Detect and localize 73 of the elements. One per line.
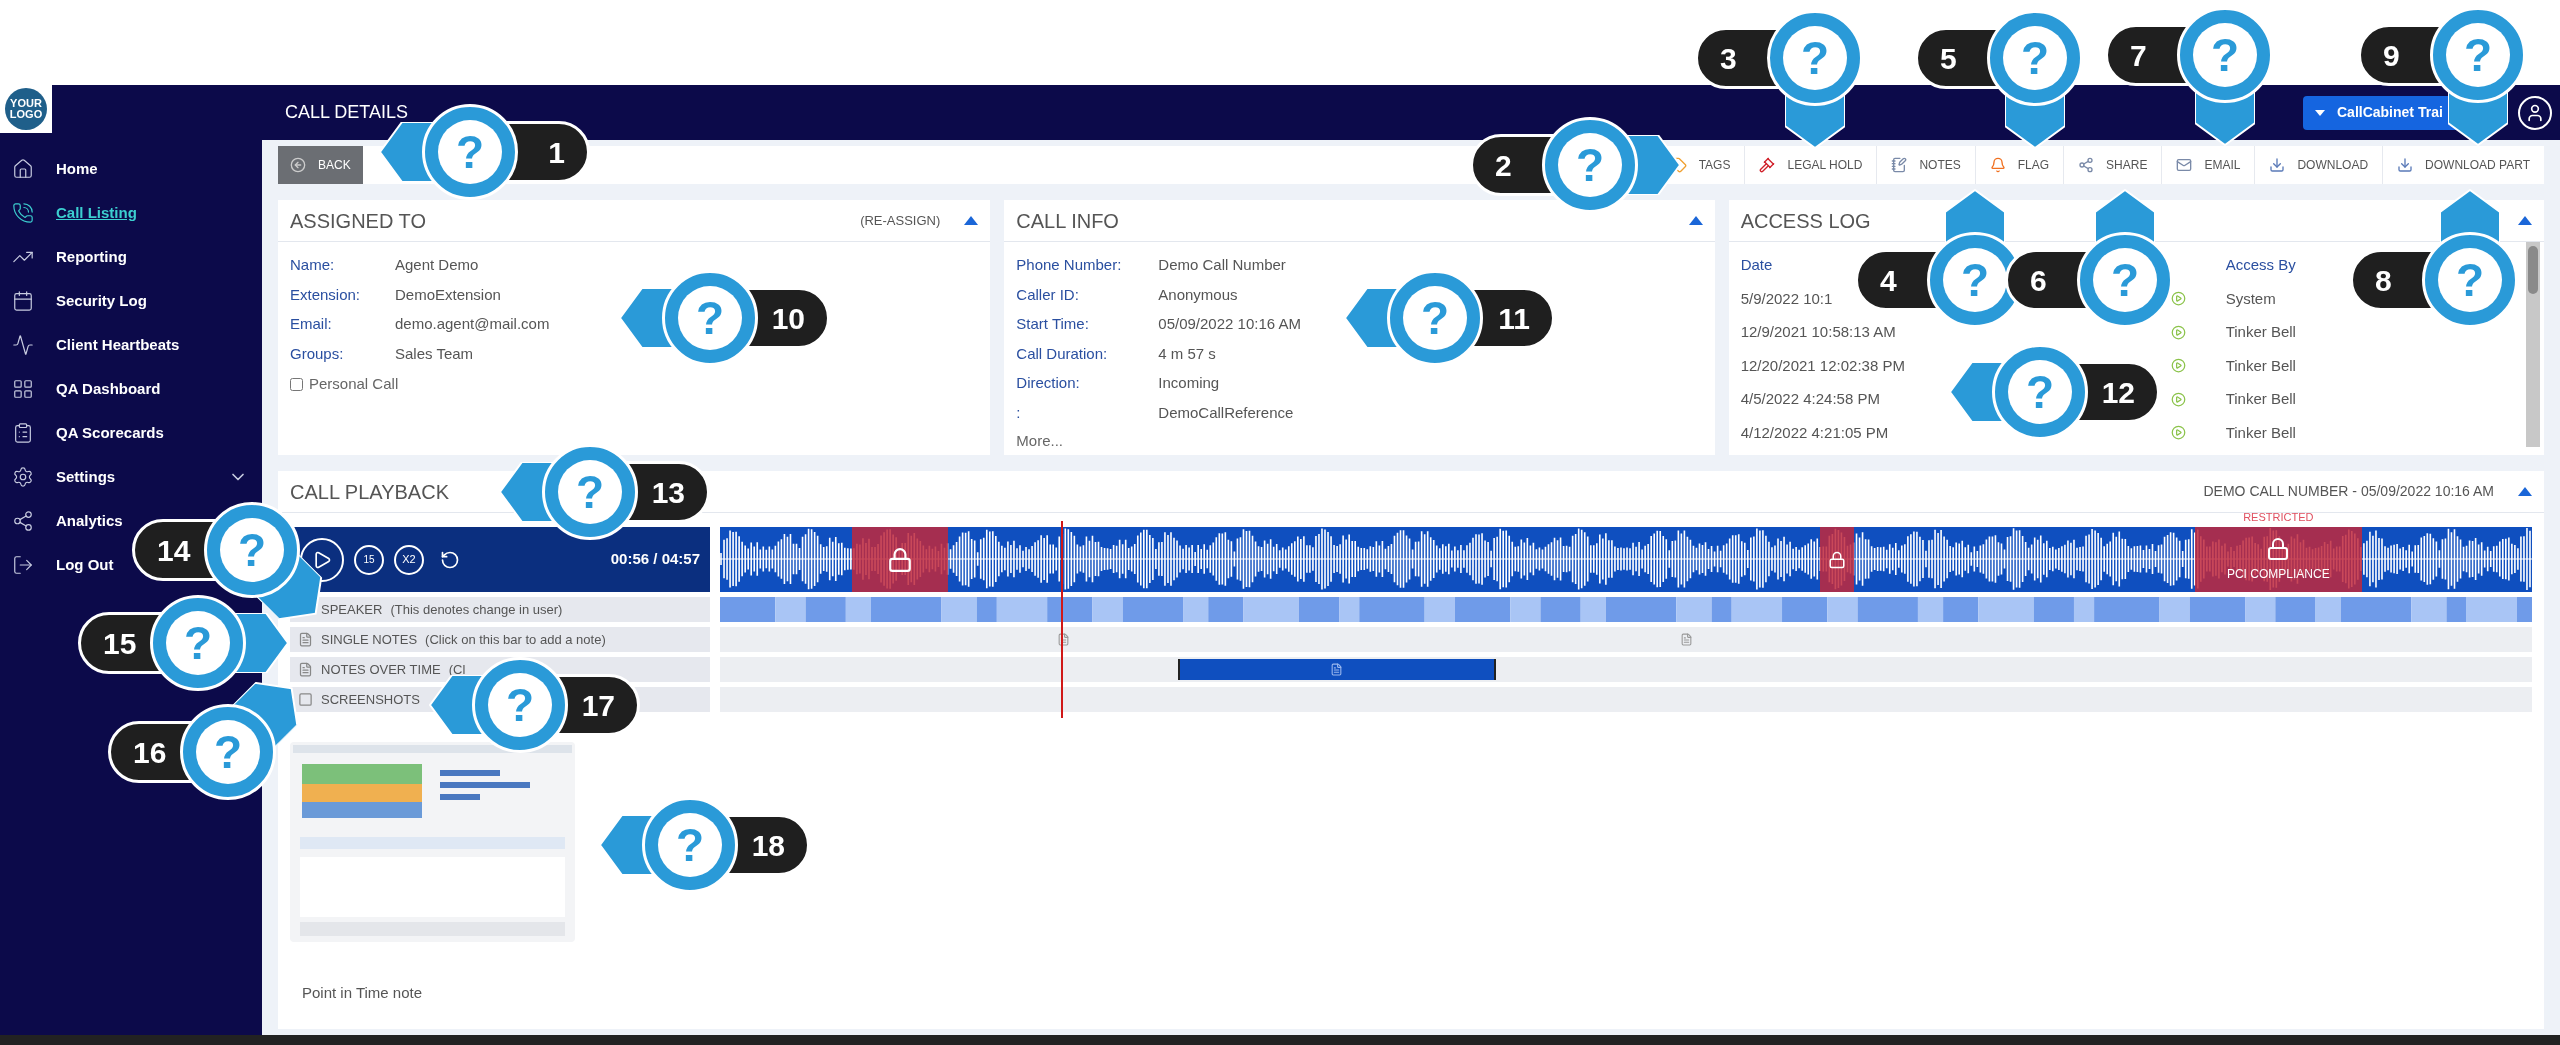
sidebar-item[interactable]: Call Listing (0, 191, 139, 235)
track-label[interactable]: SPEAKER (This denotes change in user) (290, 597, 710, 622)
sidebar-item[interactable]: Reporting (0, 235, 129, 279)
field-value: demo.agent@mail.com (395, 314, 550, 334)
toolbar-button[interactable]: EMAIL (2161, 146, 2255, 184)
table-cell-text: Tinker Bell (2225, 389, 2296, 409)
table-cell: 5/9/2022 10:1 (1740, 289, 1833, 307)
speed-button[interactable]: X2 (394, 544, 424, 575)
panel-title: CALL PLAYBACK (290, 479, 449, 505)
sidebar-item[interactable]: Client Heartbeats (0, 323, 182, 367)
sidebar-item[interactable]: Analytics (0, 499, 125, 543)
field-value: Incoming (1158, 373, 1220, 393)
table-cell: 12/20/2021 12:02:38 PM (1740, 356, 1905, 374)
toolbar-button[interactable]: DOWNLOAD PART (2382, 146, 2544, 184)
field-label: : (1016, 402, 1022, 423)
field-value: Sales Team (395, 343, 474, 364)
toolbar-button[interactable]: NOTES (1876, 146, 1975, 184)
playback-time: 00:56 / 04:57 (610, 549, 700, 570)
field-value: DemoCallReference (1158, 402, 1294, 423)
field-label: Extension: (290, 284, 362, 305)
field-value: DemoExtension (395, 284, 501, 305)
panel-title: ACCESS LOG (1740, 208, 1871, 234)
more-link[interactable]: More... (1004, 424, 1715, 453)
sidebar-item[interactable]: QA Dashboard (0, 367, 163, 411)
sidebar-item[interactable]: Security Log (0, 279, 149, 323)
track-hint: (Click on this bar to add a note) (425, 630, 606, 649)
field-label: Start Time: (1016, 314, 1090, 334)
column-header: Date (1740, 255, 1774, 275)
sidebar-item[interactable]: QA Scorecards (0, 411, 166, 455)
track-hint: (This denotes change in user) (390, 600, 563, 619)
sidebar-item[interactable]: Home (0, 147, 100, 191)
field-label: Direction: (1016, 373, 1081, 393)
field-value: Anonymous (1158, 284, 1238, 305)
field-value: Demo Call Number (1158, 255, 1286, 275)
field-value: Agent Demo (395, 255, 479, 275)
track-label[interactable]: SINGLE NOTES (Click on this bar to add a note) (290, 627, 710, 652)
field-label: Email: (290, 314, 333, 334)
sidebar-item[interactable]: Log Out (0, 543, 116, 587)
track-name: NOTES OVER TIME (321, 660, 441, 679)
call-subtitle: DEMO CALL NUMBER - 05/09/2022 10:16 AM (2203, 482, 2494, 501)
back-button[interactable]: BACK (278, 146, 363, 184)
track-name: SPEAKER (321, 600, 383, 619)
table-cell-text: Tinker Bell (2225, 322, 2296, 342)
toolbar-button[interactable]: SHARE (2063, 146, 2162, 184)
field-label: Call Duration: (1016, 343, 1109, 364)
track-name: SINGLE NOTES (321, 630, 418, 649)
table-cell: 12/9/2021 10:58:13 AM (1740, 323, 1896, 340)
panel-title: ASSIGNED TO (290, 208, 426, 234)
restricted-region[interactable]: PCI COMPLIANCE (2194, 527, 2362, 592)
field-value: 4 m 57 s (1158, 343, 1216, 364)
sidebar-item[interactable]: Settings (0, 455, 262, 499)
column-header: Access By (2225, 255, 2296, 275)
reassign-link[interactable]: (RE-ASSIGN) (860, 210, 941, 231)
skip-back-button[interactable]: 15 (354, 544, 384, 575)
panel-title: CALL INFO (1016, 208, 1119, 234)
table-cell-text: System (2225, 288, 2276, 309)
table-cell-text: Tinker Bell (2225, 422, 2296, 443)
region-label: PCI COMPLIANCE (2226, 565, 2330, 583)
table-cell-text: Tinker Bell (2225, 355, 2296, 376)
table-cell: 4/12/2022 4:21:05 PM (1740, 423, 1889, 441)
track-name: SCREENSHOTS (321, 690, 420, 709)
page-title: CALL DETAILS (285, 101, 409, 124)
toolbar-button[interactable]: DOWNLOAD (2254, 146, 2383, 184)
note-text: Point in Time note (301, 983, 424, 1003)
restricted-label: RESTRICTED (2242, 511, 2315, 523)
logo[interactable]: YOUR LOGO (5, 88, 47, 130)
checkbox-label: Personal Call (309, 374, 399, 394)
field-value: 05/09/2022 10:16 AM (1158, 314, 1301, 334)
field-label: Groups: (290, 343, 345, 364)
table-cell: 4/5/2022 4:24:58 PM (1740, 390, 1880, 407)
field-label: Caller ID: (1016, 284, 1080, 305)
field-label: Name: (290, 255, 336, 275)
field-label: Phone Number: (1016, 255, 1123, 275)
